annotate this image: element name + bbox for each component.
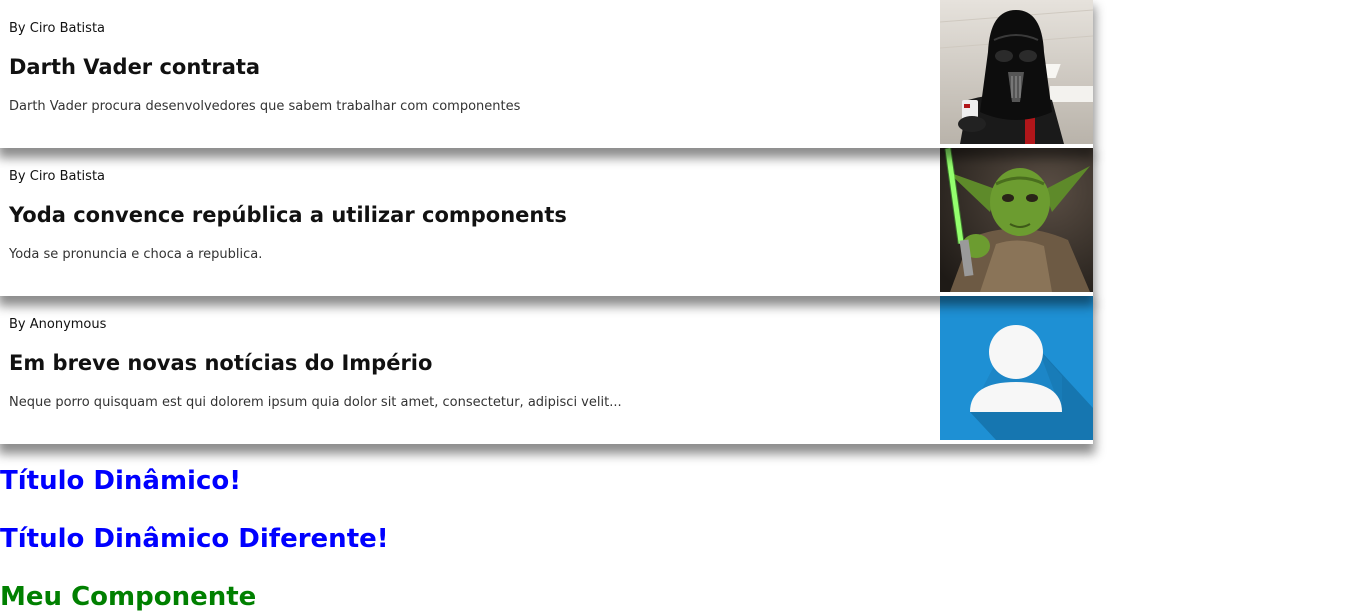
user-avatar-icon: [940, 296, 1093, 440]
news-description: Yoda se pronuncia e choca a republica.: [9, 247, 263, 262]
darth-vader-photo: [940, 0, 1093, 144]
news-card[interactable]: By Anonymous Em breve novas notícias do …: [0, 296, 1093, 444]
news-title: Em breve novas notícias do Império: [9, 351, 433, 375]
news-title: Yoda convence república a utilizar compo…: [9, 203, 567, 227]
news-list: By Ciro Batista Darth Vader contrata Dar…: [0, 0, 1093, 444]
news-card[interactable]: By Ciro Batista Yoda convence república …: [0, 148, 1093, 296]
dynamic-title-alt: Título Dinâmico Diferente!: [0, 524, 389, 554]
news-author: By Ciro Batista: [9, 21, 106, 36]
news-author: By Anonymous: [9, 317, 107, 332]
yoda-photo: [940, 148, 1093, 292]
news-title: Darth Vader contrata: [9, 55, 261, 79]
my-component-title: Meu Componente: [0, 582, 257, 612]
news-author: By Ciro Batista: [9, 169, 106, 184]
dynamic-title: Título Dinâmico!: [0, 466, 242, 496]
news-card[interactable]: By Ciro Batista Darth Vader contrata Dar…: [0, 0, 1093, 148]
news-description: Darth Vader procura desenvolvedores que …: [9, 99, 521, 114]
news-description: Neque porro quisquam est qui dolorem ips…: [9, 395, 622, 410]
